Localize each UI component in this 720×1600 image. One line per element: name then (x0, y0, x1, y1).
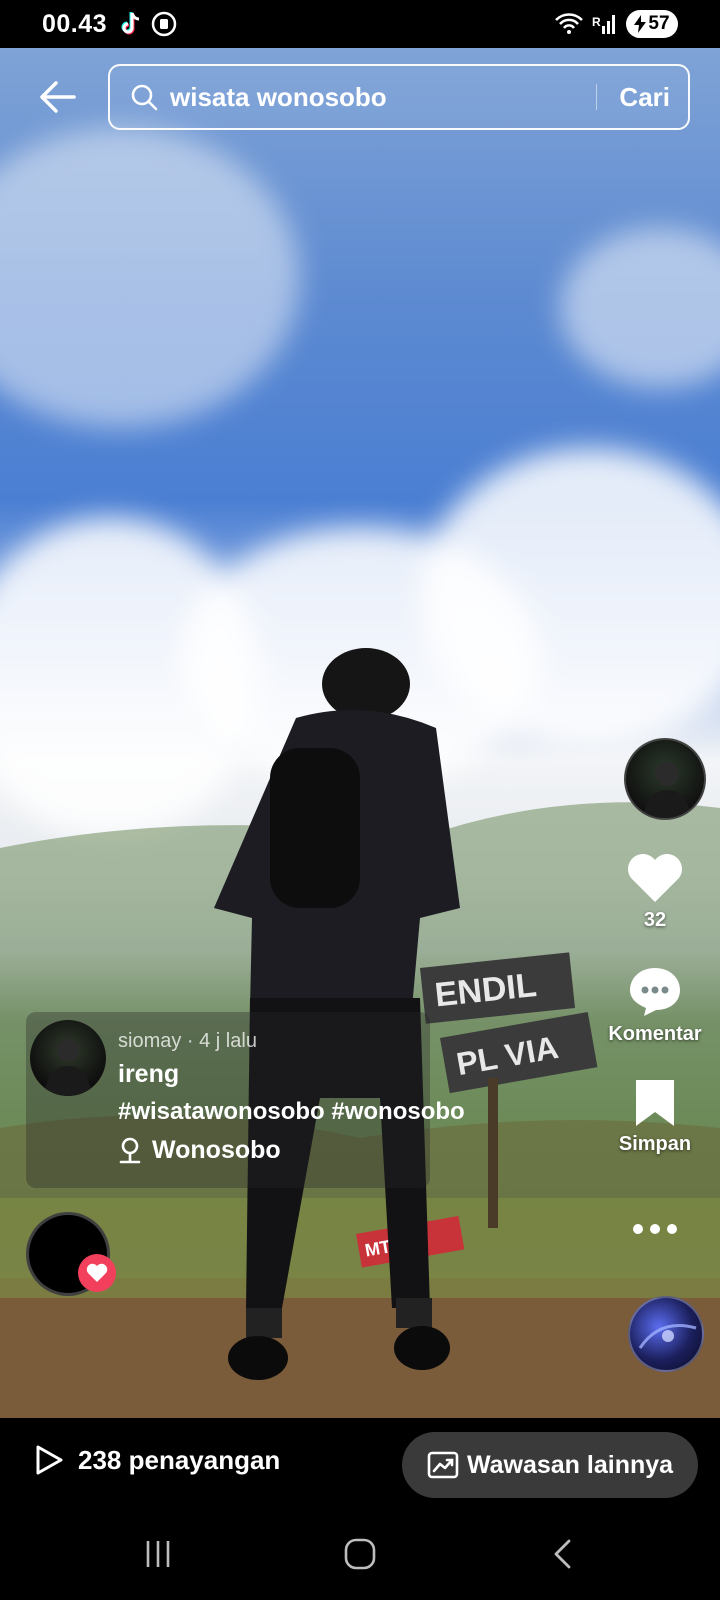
author-meta[interactable]: siomay · 4 j lalu (118, 1030, 257, 1053)
arrow-left-icon (40, 81, 76, 113)
comment-icon (630, 968, 680, 1016)
caption-title: ireng (118, 1060, 180, 1088)
recents-icon (146, 1541, 170, 1567)
video-content[interactable]: ENDIL PL VIA MT (0, 48, 720, 1418)
location-pin-icon (119, 1137, 141, 1163)
battery-level: 57 (648, 13, 670, 34)
status-system-icons: R 57 (554, 10, 678, 38)
back-button[interactable] (32, 72, 82, 122)
wifi-icon (555, 13, 583, 34)
tiktok-icon (121, 12, 140, 35)
author-avatar[interactable] (30, 1020, 106, 1096)
battery-indicator: 57 (626, 10, 678, 38)
play-icon (36, 1445, 63, 1475)
location-tag[interactable]: Wonosobo (118, 1136, 281, 1165)
liked-badge[interactable] (78, 1254, 116, 1292)
comment-label: Komentar (608, 1023, 702, 1045)
save-button[interactable]: Simpan (590, 1078, 720, 1156)
search-input[interactable]: wisata wonosobo Cari (108, 64, 690, 130)
svg-text:R: R (592, 15, 601, 29)
recording-icon (151, 11, 177, 37)
like-button[interactable]: 32 (590, 852, 720, 932)
views-label: 238 penayangan (78, 1444, 281, 1475)
signal-icon: R (592, 15, 615, 34)
heart-icon (628, 854, 682, 902)
chart-trend-icon (427, 1451, 459, 1479)
music-disc[interactable] (628, 1296, 704, 1372)
charging-icon (634, 15, 647, 33)
home-button[interactable] (330, 1532, 390, 1576)
heart-icon (86, 1263, 108, 1282)
insights-button[interactable]: Wawasan lainnya (402, 1432, 698, 1498)
save-label: Simpan (618, 1133, 692, 1155)
status-bar: 00.43 R 57 (0, 0, 720, 48)
recents-button[interactable] (128, 1532, 188, 1576)
search-icon (131, 84, 158, 111)
insights-label: Wawasan lainnya (466, 1450, 674, 1479)
more-options-button[interactable] (590, 1222, 720, 1241)
scene-illustration: ENDIL PL VIA MT (0, 648, 720, 1418)
comment-button[interactable]: Komentar (590, 964, 720, 1046)
avatar-silhouette (44, 1039, 92, 1096)
search-button[interactable]: Cari (597, 82, 688, 113)
more-icon (633, 1224, 677, 1234)
system-nav-bar (0, 1510, 720, 1600)
like-count: 32 (643, 909, 667, 931)
status-time: 00.43 (42, 9, 108, 38)
location-label: Wonosobo (152, 1136, 281, 1164)
caption-hashtags[interactable]: #wisatawonosobo #wonosobo (118, 1098, 465, 1126)
search-query[interactable]: wisata wonosobo (170, 82, 596, 113)
nav-back-button[interactable] (532, 1532, 592, 1576)
search-header: wisata wonosobo Cari (0, 62, 720, 132)
status-notification-icons (119, 11, 177, 37)
chevron-left-icon (554, 1539, 571, 1569)
home-icon (344, 1538, 376, 1570)
views-count[interactable]: 238 penayangan (34, 1444, 280, 1476)
creator-avatar[interactable] (624, 738, 706, 820)
stats-bar: 238 penayangan Wawasan lainnya (0, 1418, 720, 1510)
bookmark-icon (636, 1080, 674, 1126)
